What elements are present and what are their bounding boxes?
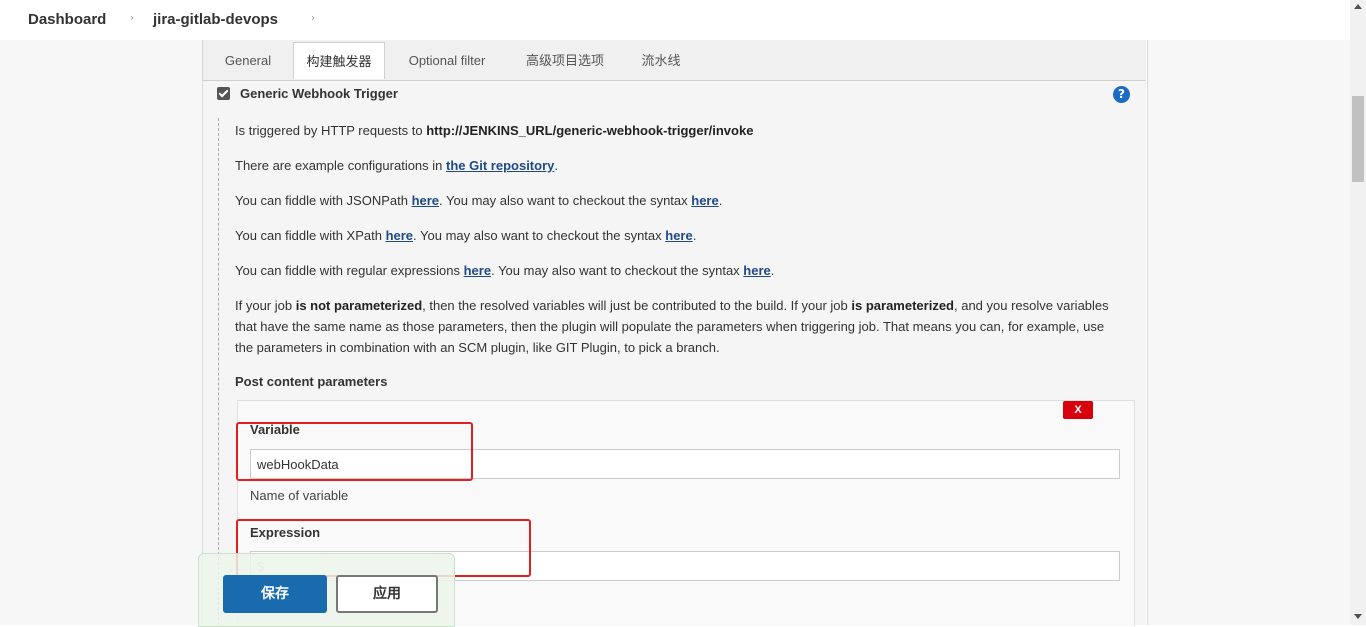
tab-general[interactable]: General <box>213 48 283 80</box>
breadcrumb-job[interactable]: jira-gitlab-devops <box>153 11 278 28</box>
git-repository-link[interactable]: the Git repository <box>446 158 554 173</box>
invoke-url: http://JENKINS_URL/generic-webhook-trigg… <box>426 123 754 138</box>
breadcrumb-bar: Dashboard › jira-gitlab-devops › <box>0 0 1350 40</box>
scroll-up-arrow-icon[interactable] <box>1354 4 1362 9</box>
description-regex: You can fiddle with regular expressions … <box>235 263 775 278</box>
tab-build-triggers[interactable]: 构建触发器 <box>293 42 385 79</box>
xpath-syntax-link[interactable]: here <box>665 228 692 243</box>
tab-advanced-project-options[interactable]: 高级项目选项 <box>517 48 613 80</box>
question-icon[interactable]: ? <box>1113 86 1130 103</box>
breadcrumb-dashboard[interactable]: Dashboard <box>28 11 106 28</box>
description-examples: There are example configurations in the … <box>235 158 558 173</box>
description-parameterized: If your job is not parameterized, then t… <box>235 298 1109 355</box>
breadcrumb-separator[interactable]: › <box>311 13 315 24</box>
post-content-parameters-title: Post content parameters <box>235 374 388 389</box>
section-dashed-guide <box>218 118 219 625</box>
tab-pipeline[interactable]: 流水线 <box>631 48 691 80</box>
description-jsonpath: You can fiddle with JSONPath here. You m… <box>235 193 723 208</box>
tab-optional-filter[interactable]: Optional filter <box>397 48 497 80</box>
delete-parameter-button[interactable]: X <box>1063 401 1093 419</box>
breadcrumb-separator: › <box>130 13 134 24</box>
description-invoke-url: Is triggered by HTTP requests to http://… <box>235 123 754 138</box>
generic-webhook-trigger-label: Generic Webhook Trigger <box>240 86 398 101</box>
scrollbar-thumb[interactable] <box>1352 96 1364 182</box>
regex-syntax-link[interactable]: here <box>743 263 770 278</box>
jsonpath-fiddle-link[interactable]: here <box>412 193 439 208</box>
xpath-fiddle-link[interactable]: here <box>386 228 413 243</box>
jsonpath-syntax-link[interactable]: here <box>691 193 718 208</box>
generic-webhook-trigger-checkbox[interactable] <box>217 87 230 100</box>
page-scrollbar[interactable] <box>1350 0 1366 625</box>
scroll-down-arrow-icon[interactable] <box>1354 614 1362 619</box>
apply-button[interactable]: 应用 <box>336 575 438 613</box>
config-tabs: General 构建触发器 Optional filter 高级项目选项 流水线 <box>203 40 1146 81</box>
description-xpath: You can fiddle with XPath here. You may … <box>235 228 697 243</box>
variable-hint: Name of variable <box>250 488 349 503</box>
save-button[interactable]: 保存 <box>223 575 327 613</box>
variable-highlight-box <box>236 422 473 481</box>
regex-fiddle-link[interactable]: here <box>464 263 491 278</box>
